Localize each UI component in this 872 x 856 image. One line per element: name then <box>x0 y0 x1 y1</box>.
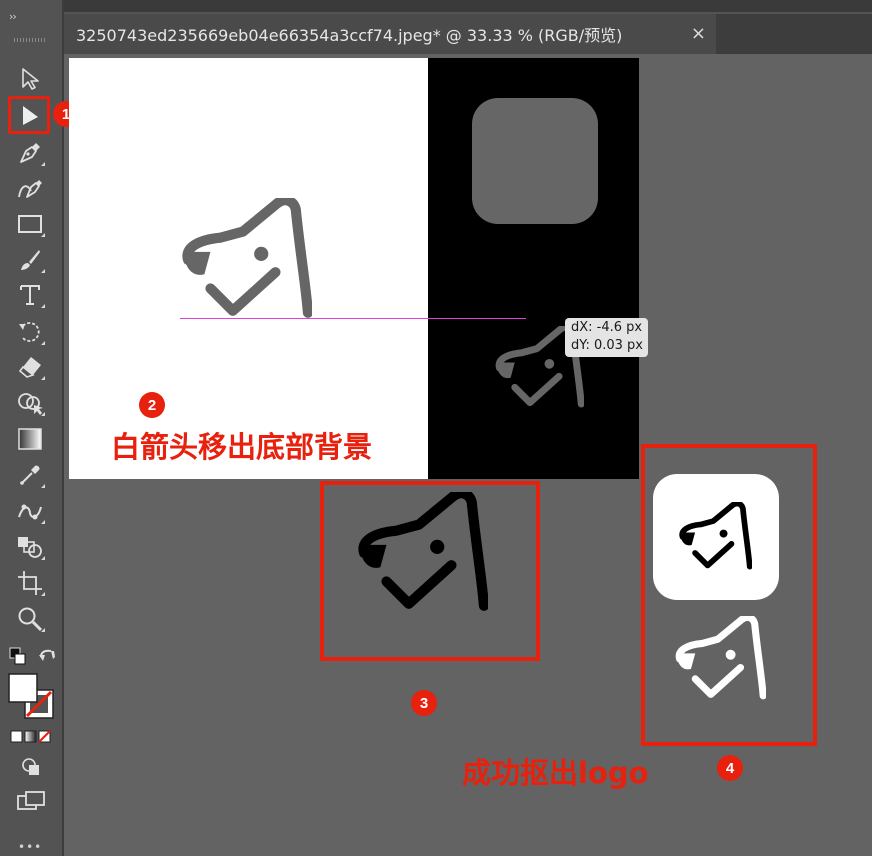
pen-tool[interactable] <box>15 138 45 168</box>
flyout-indicator <box>41 233 45 237</box>
flyout-indicator <box>41 304 45 308</box>
type-icon <box>20 285 40 305</box>
brush-icon <box>21 250 40 270</box>
flyout-indicator <box>41 376 45 380</box>
flyout-indicator <box>41 628 45 632</box>
eraser-icon <box>18 357 41 378</box>
eyedropper-tool[interactable] <box>15 460 45 490</box>
type-tool[interactable] <box>15 280 45 310</box>
tab-bar-background <box>716 14 872 54</box>
top-strip <box>62 0 872 12</box>
tooltip-dx: dX: -4.6 px <box>571 320 643 335</box>
flyout-indicator <box>41 484 45 488</box>
drawing-mode-icon[interactable] <box>20 756 42 778</box>
highlight-box-1 <box>8 96 50 134</box>
puppet-warp-tool[interactable] <box>15 496 45 526</box>
shape-builder-tool[interactable] <box>15 388 45 418</box>
tooltip-dy: dY: 0.03 px <box>571 338 644 353</box>
flyout-indicator <box>41 162 45 166</box>
step-badge-4: 4 <box>717 755 743 781</box>
pen-icon <box>20 143 40 163</box>
step-badge-2: 2 <box>139 392 165 418</box>
flyout-indicator <box>41 556 45 560</box>
artboard-icon <box>18 571 42 595</box>
flyout-indicator <box>41 341 45 345</box>
panel-grip[interactable] <box>14 38 46 42</box>
more-tools-icon[interactable]: ••• <box>18 840 42 854</box>
rectangle-icon <box>18 215 42 233</box>
move-offset-tooltip: dX: -4.6 px dY: 0.03 px <box>565 318 649 357</box>
dog-logo-white[interactable] <box>674 616 766 702</box>
zoom-tool[interactable] <box>15 604 45 634</box>
step-4-caption: 成功抠出logo <box>462 756 649 790</box>
gradient-icon <box>18 428 42 450</box>
zoom-icon <box>18 607 43 632</box>
document-tab-title: 3250743ed235669eb04e66354a3ccf74.jpeg* @… <box>76 26 623 45</box>
flyout-indicator <box>41 412 45 416</box>
fill-stroke-swatch[interactable] <box>8 673 56 721</box>
artboard-tool[interactable] <box>15 568 45 598</box>
shape-builder-icon <box>18 393 43 415</box>
dog-logo-on-white-tile[interactable] <box>678 502 752 572</box>
swap-fill-stroke-icon[interactable] <box>37 647 57 667</box>
close-icon[interactable]: × <box>691 23 706 44</box>
gray-rounded-square[interactable] <box>472 98 598 224</box>
color-mode-buttons[interactable] <box>10 729 52 743</box>
default-fill-stroke-icon[interactable] <box>9 647 27 667</box>
document-tab[interactable]: 3250743ed235669eb04e66354a3ccf74.jpeg* @… <box>64 14 716 54</box>
arrow-outline-icon <box>22 68 39 90</box>
step-badge-3: 3 <box>411 690 437 716</box>
rectangle-tool[interactable] <box>15 209 45 239</box>
dog-logo-gray-large[interactable] <box>180 198 312 322</box>
step-2-caption: 白箭头移出底部背景 <box>111 430 373 464</box>
gradient-tool[interactable] <box>15 424 45 454</box>
flyout-indicator <box>41 592 45 596</box>
rotate-tool[interactable] <box>15 317 45 347</box>
eyedropper-icon <box>20 465 40 485</box>
curvature-tool[interactable] <box>15 174 45 204</box>
flyout-indicator <box>41 520 45 524</box>
dog-logo-black[interactable] <box>356 492 488 614</box>
eraser-tool[interactable] <box>15 352 45 382</box>
rotate-icon <box>19 322 40 342</box>
paintbrush-tool[interactable] <box>15 245 45 275</box>
smart-guide-line <box>180 318 526 319</box>
blend-tool[interactable] <box>15 532 45 562</box>
selection-tool[interactable] <box>15 64 45 94</box>
collapse-panel-icon[interactable]: ›› <box>9 11 17 22</box>
blend-icon <box>18 537 42 558</box>
puppet-warp-icon <box>18 504 42 520</box>
curvature-pen-icon <box>18 180 42 198</box>
screen-mode-icon[interactable] <box>16 790 46 812</box>
flyout-indicator <box>41 269 45 273</box>
